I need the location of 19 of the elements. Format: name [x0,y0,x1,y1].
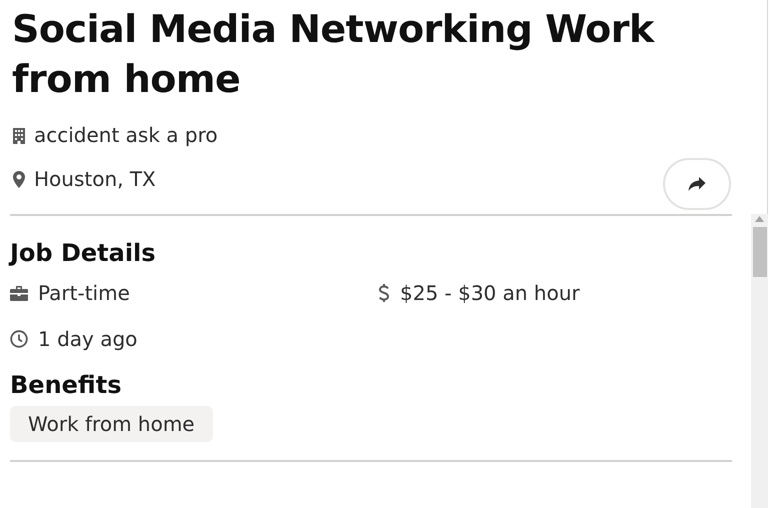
job-type: Part-time [38,280,130,307]
job-location: Houston, TX [34,166,156,193]
location-pin-icon [12,170,26,188]
job-title: Social Media Networking Work from home [12,6,656,103]
scroll-up-icon[interactable] [755,216,764,222]
scrollbar-thumb[interactable] [752,227,766,277]
scrollbar[interactable] [751,214,768,508]
dollar-icon [378,283,390,303]
share-arrow-icon [688,176,706,192]
pay-rate: $25 - $30 an hour [400,280,580,307]
section-heading: Benefits [10,370,122,400]
briefcase-icon [10,286,28,300]
company-name[interactable]: accident ask a pro [34,120,218,150]
benefit-tag: Work from home [10,406,213,442]
section-heading: Job Details [10,238,157,268]
building-icon [12,126,26,144]
share-button[interactable] [663,158,731,210]
clock-icon [10,330,28,348]
posted-date: 1 day ago [38,326,138,353]
